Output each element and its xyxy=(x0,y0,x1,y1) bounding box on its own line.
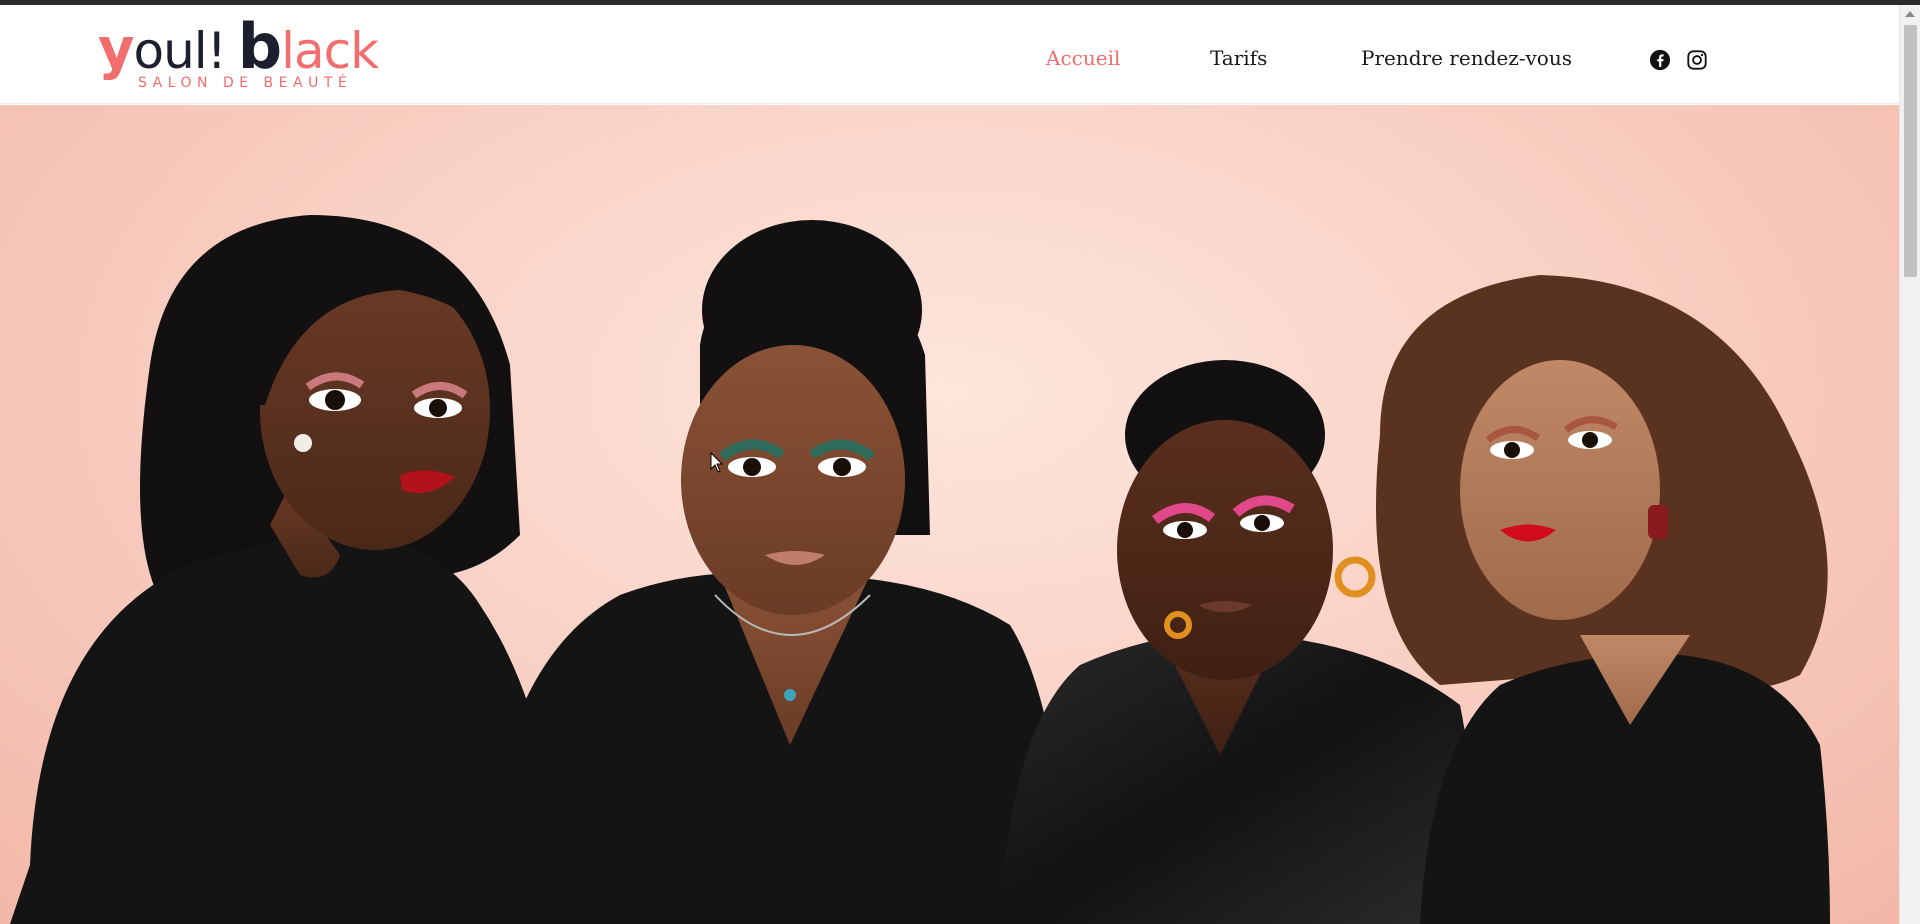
hero-group-photo xyxy=(10,215,1830,924)
logo-tagline: SALON DE BEAUTÉ xyxy=(138,75,353,91)
instagram-icon[interactable] xyxy=(1686,49,1708,71)
scrollbar-thumb[interactable] xyxy=(1904,25,1917,277)
scroll-up-arrow-icon[interactable] xyxy=(1905,11,1915,17)
mouse-pointer-icon xyxy=(710,452,724,473)
nav-link-accueil[interactable]: Accueil xyxy=(1046,42,1120,74)
nav-link-prendre-rendez-vous[interactable]: Prendre rendez-vous xyxy=(1361,42,1572,74)
person-2 xyxy=(480,220,1070,924)
person-1 xyxy=(10,215,560,924)
hero-banner xyxy=(0,105,1899,924)
main-navigation: Accueil Tarifs Prendre rendez-vous xyxy=(0,42,1899,74)
site-header: youl! black SALON DE BEAUTÉ Accueil Tarif… xyxy=(0,5,1899,104)
vertical-scrollbar[interactable] xyxy=(1899,5,1920,924)
person-4 xyxy=(1376,275,1830,924)
nav-link-tarifs[interactable]: Tarifs xyxy=(1210,42,1267,74)
facebook-icon[interactable] xyxy=(1649,49,1671,71)
